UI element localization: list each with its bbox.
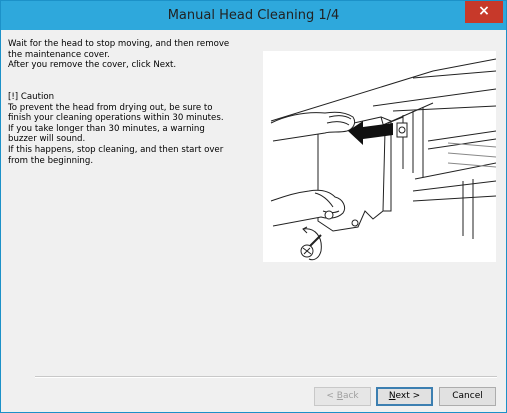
dialog-body: Wait for the head to stop moving, and th… xyxy=(1,30,506,412)
cancel-button[interactable]: Cancel xyxy=(439,387,496,406)
instruction-line: Wait for the head to stop moving, and th… xyxy=(8,39,230,49)
title-bar[interactable]: Manual Head Cleaning 1/4 × xyxy=(1,1,506,30)
close-button[interactable]: × xyxy=(465,1,503,23)
instruction-text: Wait for the head to stop moving, and th… xyxy=(8,39,254,166)
window-title: Manual Head Cleaning 1/4 xyxy=(167,8,340,23)
caution-heading: [!] Caution xyxy=(8,91,55,102)
caution-line: To prevent the head from drying out, be … xyxy=(8,102,213,113)
caution-line: If you take longer than 30 minutes, a wa… xyxy=(8,123,205,134)
next-button[interactable]: Next > xyxy=(376,387,433,406)
caution-line: If this happens, stop cleaning, and then… xyxy=(8,144,224,155)
caution-line: buzzer will sound. xyxy=(8,134,86,145)
back-button[interactable]: < Back xyxy=(314,387,371,406)
instruction-line: After you remove the cover, click Next. xyxy=(8,60,177,71)
printer-cover-diagram xyxy=(270,58,497,261)
instruction-line: the maintenance cover. xyxy=(8,49,110,60)
cover-removal-illustration xyxy=(263,51,497,262)
dialog-window: Manual Head Cleaning 1/4 × Wait for the … xyxy=(0,0,507,413)
caution-line: from the beginning. xyxy=(8,155,94,166)
caution-line: finish your cleaning operations within 3… xyxy=(8,113,224,124)
